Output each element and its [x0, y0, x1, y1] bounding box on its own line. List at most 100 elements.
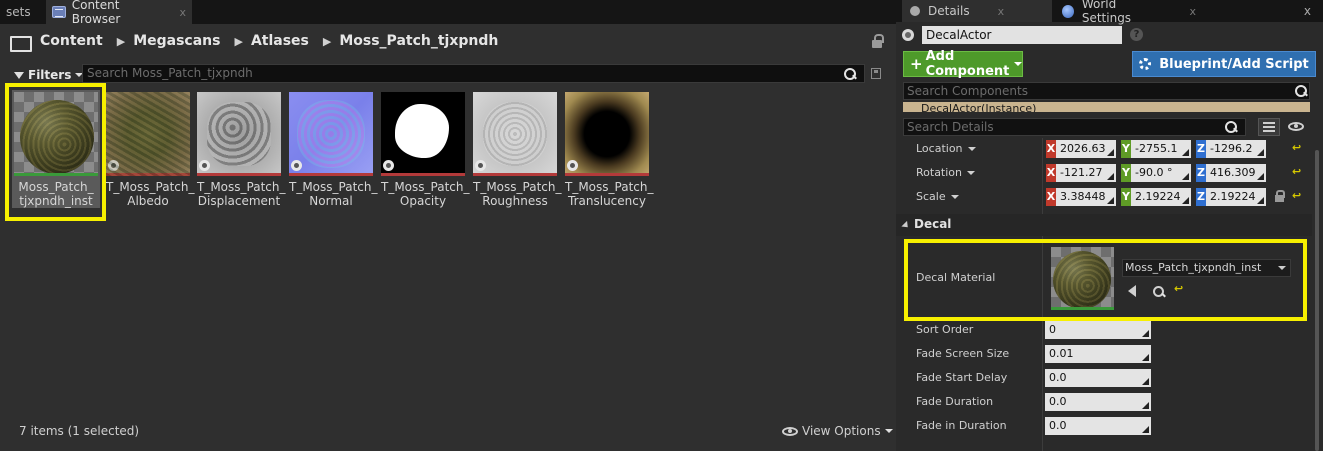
tab-world-settings[interactable]: World Settings x	[1054, 0, 1204, 25]
asset-name-line1: T_Moss_Patch_	[106, 180, 195, 194]
reset-to-default-icon[interactable]: ↩	[1292, 141, 1301, 154]
actor-icon	[902, 29, 914, 41]
fade-start-delay-input[interactable]: 0.0	[1045, 369, 1151, 387]
filters-label: Filters	[28, 68, 72, 82]
star-icon	[567, 160, 578, 171]
tab-content-browser[interactable]: Content Browser x	[46, 0, 192, 26]
rotation-x-input[interactable]: -121.27	[1056, 164, 1116, 182]
fade-in-duration-input[interactable]: 0.0	[1045, 417, 1151, 435]
search-icon[interactable]	[1295, 85, 1307, 97]
asset-tile-displacement[interactable]: T_Moss_Patch_ Displacement	[197, 92, 286, 208]
scale-y-input[interactable]: 2.19224	[1131, 188, 1191, 206]
asset-type-bar	[289, 173, 373, 176]
axis-label-z: Z	[1196, 164, 1206, 182]
tab-assets[interactable]: sets	[0, 0, 38, 24]
component-search-input[interactable]: Search Components	[903, 82, 1310, 100]
category-label: Decal	[901, 217, 951, 231]
asset-name-line2: Albedo	[127, 194, 169, 208]
help-icon[interactable]: ?	[1130, 28, 1143, 41]
asset-search-input[interactable]: Search Moss_Patch_tjxpndh	[82, 64, 865, 83]
lock-icon[interactable]	[1275, 190, 1285, 202]
content-browser-panel: sets Content Browser x Content ▶ Megasca…	[0, 0, 896, 451]
lock-icon[interactable]	[872, 34, 884, 48]
eye-icon[interactable]	[1288, 122, 1304, 131]
axis-label-y: Y	[1121, 140, 1131, 158]
location-z-input[interactable]: -1296.2	[1206, 140, 1266, 158]
close-icon[interactable]: x	[1189, 5, 1196, 18]
asset-label: T_Moss_Patch_ Albedo	[106, 180, 195, 208]
details-icon	[910, 6, 920, 16]
vector-field-z: Z 2.19224	[1196, 188, 1266, 206]
view-options-button[interactable]: View Options	[782, 424, 893, 438]
asset-tile-normal[interactable]: T_Moss_Patch_ Normal	[289, 92, 378, 208]
collapse-arrow-icon	[901, 220, 911, 231]
asset-name-line1: T_Moss_Patch_	[289, 180, 378, 194]
chevron-right-icon[interactable]: ▶	[234, 35, 242, 48]
asset-tile-opacity[interactable]: T_Moss_Patch_ Opacity	[381, 92, 470, 208]
content-browser-tabbar: sets Content Browser x	[0, 0, 896, 26]
chevron-right-icon[interactable]: ▶	[117, 35, 125, 48]
fade-duration-input[interactable]: 0.0	[1045, 393, 1151, 411]
tab-label: Content Browser	[71, 0, 121, 26]
asset-tile-translucency[interactable]: T_Moss_Patch_ Translucency	[565, 92, 654, 208]
asset-name-line1: T_Moss_Patch_	[381, 180, 470, 194]
close-icon[interactable]: x	[1304, 4, 1311, 18]
asset-type-bar	[197, 173, 281, 176]
add-component-button[interactable]: + Add Component	[903, 49, 1023, 79]
sort-order-input[interactable]: 0	[1045, 321, 1151, 339]
asset-label: T_Moss_Patch_ Translucency	[565, 180, 654, 208]
filters-button[interactable]: Filters	[14, 65, 84, 85]
reset-to-default-icon[interactable]: ↩	[1292, 189, 1301, 202]
asset-label: T_Moss_Patch_ Opacity	[381, 180, 470, 208]
asset-label: T_Moss_Patch_ Displacement	[197, 180, 286, 208]
vector-field-z: Z 416.309	[1196, 164, 1266, 182]
breadcrumb-item-content[interactable]: Content	[40, 33, 103, 49]
rotation-z-input[interactable]: 416.309	[1206, 164, 1266, 182]
save-search-icon[interactable]	[871, 68, 881, 79]
property-row-location: Location X 2026.63 Y -2755.1 Z -1296.2 ↩	[896, 138, 1312, 162]
location-y-input[interactable]: -2755.1	[1131, 140, 1191, 158]
scale-x-input[interactable]: 3.38448	[1056, 188, 1116, 206]
asset-label: T_Moss_Patch_ Normal	[289, 180, 378, 208]
details-tabbar: Details x World Settings x x	[896, 0, 1323, 25]
details-scrollbar[interactable]	[1315, 150, 1319, 451]
property-label[interactable]: Rotation	[916, 166, 976, 179]
breadcrumb-item-atlases[interactable]: Atlases	[251, 33, 309, 49]
tab-details[interactable]: Details x	[902, 0, 1052, 22]
reset-to-default-icon[interactable]: ↩	[1292, 165, 1301, 178]
blueprint-add-script-button[interactable]: Blueprint/Add Script	[1132, 51, 1316, 77]
asset-tile-roughness[interactable]: T_Moss_Patch_ Roughness	[473, 92, 562, 208]
component-tree-item[interactable]: DecalActor(Instance)	[903, 102, 1310, 112]
vector-field-x: X 2026.63	[1046, 140, 1116, 158]
property-label[interactable]: Scale	[916, 190, 959, 203]
details-search-input[interactable]: Search Details	[903, 118, 1246, 136]
axis-label-x: X	[1046, 140, 1056, 158]
scale-z-input[interactable]: 2.19224	[1206, 188, 1266, 206]
property-row-fade-duration: Fade Duration 0.0	[896, 391, 1312, 415]
location-x-input[interactable]: 2026.63	[1056, 140, 1116, 158]
close-icon[interactable]: x	[179, 6, 186, 19]
property-matrix-icon[interactable]	[1258, 118, 1280, 136]
vector-field-y: Y -90.0 °	[1121, 164, 1191, 182]
search-icon[interactable]	[1225, 121, 1237, 133]
star-icon	[108, 160, 119, 171]
asset-thumbnail	[197, 92, 281, 176]
asset-tile-albedo[interactable]: T_Moss_Patch_ Albedo	[106, 92, 195, 208]
asset-thumbnail	[289, 92, 373, 176]
search-icon[interactable]	[844, 68, 856, 80]
breadcrumb-item-megascans[interactable]: Megascans	[133, 33, 220, 49]
breadcrumb-item-moss-patch[interactable]: Moss_Patch_tjxpndh	[339, 33, 498, 49]
property-label[interactable]: Location	[916, 142, 976, 155]
property-row-fade-start-delay: Fade Start Delay 0.0	[896, 367, 1312, 391]
fade-screen-size-input[interactable]: 0.01	[1045, 345, 1151, 363]
property-label: Fade Duration	[916, 395, 994, 408]
folder-icon[interactable]	[10, 34, 32, 52]
eye-icon	[782, 426, 798, 436]
actor-name-field[interactable]: DecalActor	[922, 26, 1122, 44]
close-icon[interactable]: x	[998, 5, 1005, 18]
chevron-right-icon[interactable]: ▶	[323, 35, 331, 48]
asset-name-line1: T_Moss_Patch_	[565, 180, 654, 194]
rotation-y-input[interactable]: -90.0 °	[1131, 164, 1191, 182]
content-browser-icon	[52, 6, 66, 18]
category-header-decal[interactable]: Decal	[896, 214, 1312, 236]
